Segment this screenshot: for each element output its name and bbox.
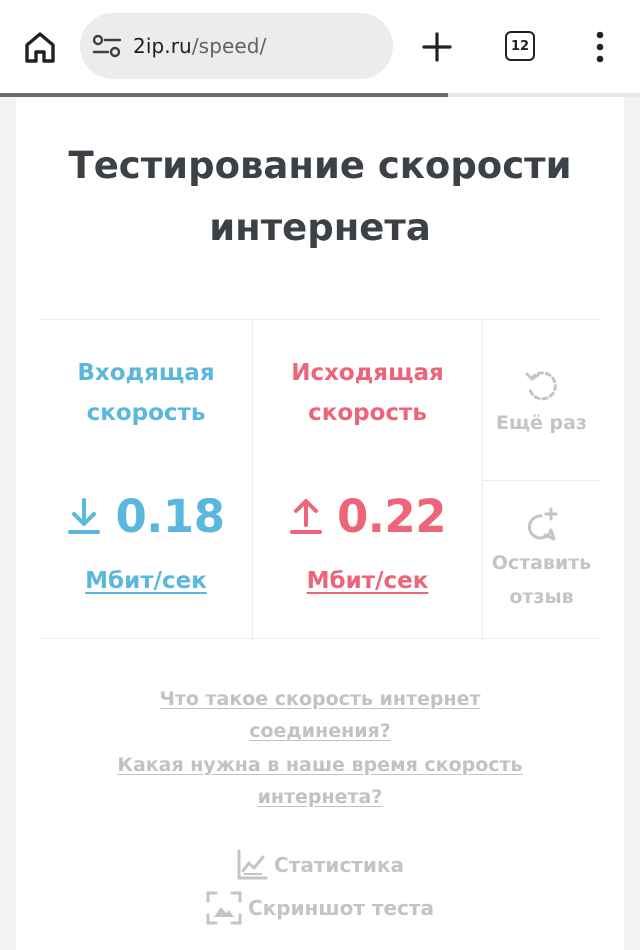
- download-label-line1: Входящая: [77, 360, 215, 386]
- download-label-line2: скорость: [86, 400, 206, 426]
- download-value: 0.18: [115, 489, 225, 543]
- retry-button[interactable]: Ещё раз: [483, 366, 600, 440]
- download-speed-cell: Входящая скорость 0.18 Мбит/сек: [40, 320, 252, 640]
- page-title-line1: Тестирование скорости: [68, 144, 572, 187]
- statistics-label: Статистика: [274, 853, 404, 877]
- what-is-speed-link-line1: Что такое скорость интернет: [159, 688, 481, 710]
- chart-icon: [237, 849, 268, 880]
- what-is-speed-link[interactable]: Что такое скорость интернет соединения?: [16, 683, 624, 747]
- upload-speed-cell: Исходящая скорость 0.22 Мбит/сек: [253, 320, 482, 640]
- leave-feedback-button[interactable]: Оставить отзыв: [483, 506, 600, 614]
- upload-value: 0.22: [336, 489, 447, 543]
- page-title: Тестирование скорости интернета: [16, 135, 624, 259]
- required-speed-link-line2: интернета?: [257, 786, 383, 808]
- screenshot-link[interactable]: Скриншот теста: [16, 891, 624, 925]
- upload-label-line2: скорость: [308, 400, 427, 426]
- address-bar[interactable]: 2ip.ru/speed/: [80, 13, 393, 79]
- new-tab-button[interactable]: [420, 30, 454, 64]
- feedback-label: Оставить отзыв: [483, 546, 600, 614]
- refresh-icon: [525, 371, 557, 401]
- comment-plus-icon: [527, 507, 557, 541]
- download-icon: [68, 498, 101, 534]
- required-speed-link[interactable]: Какая нужна в наше время скорость интерн…: [16, 749, 624, 813]
- tabs-icon[interactable]: 12: [505, 31, 535, 61]
- page-title-line2: интернета: [209, 206, 431, 249]
- statistics-link[interactable]: Статистика: [16, 849, 624, 881]
- upload-value-row: 0.22: [253, 488, 482, 544]
- upload-icon: [289, 499, 322, 534]
- required-speed-link-line1: Какая нужна в наше время скорость: [117, 754, 523, 776]
- speed-results-table: Входящая скорость 0.18 Мбит/сек Исходяща…: [40, 319, 600, 640]
- upload-label: Исходящая скорость: [253, 353, 482, 433]
- upload-unit-link[interactable]: Мбит/сек: [253, 568, 482, 594]
- feedback-label-line2: отзыв: [509, 586, 574, 608]
- download-unit-link[interactable]: Мбит/сек: [40, 568, 252, 594]
- screenshot-label: Скриншот теста: [247, 896, 435, 920]
- menu-button[interactable]: [590, 30, 610, 64]
- url-path: /speed/: [191, 34, 267, 58]
- download-value-row: 0.18: [40, 488, 252, 544]
- url-host: 2ip.ru: [133, 34, 192, 58]
- site-settings-icon[interactable]: [92, 33, 122, 59]
- more-vert-icon: [596, 31, 604, 63]
- screenshot-icon: [206, 891, 242, 925]
- info-links: Что такое скорость интернет соединения? …: [16, 683, 624, 813]
- page-content: Тестирование скорости интернета Входящая…: [16, 97, 624, 950]
- upload-label-line1: Исходящая: [291, 360, 444, 386]
- what-is-speed-link-line2: соединения?: [249, 720, 391, 742]
- row-divider: [482, 480, 600, 481]
- home-button[interactable]: [20, 28, 60, 68]
- download-label: Входящая скорость: [40, 353, 252, 433]
- tab-count: 12: [510, 38, 530, 54]
- url-text[interactable]: 2ip.ru/speed/: [133, 34, 266, 58]
- feedback-label-line1: Оставить: [491, 552, 592, 574]
- plus-icon: [422, 32, 452, 62]
- home-icon: [25, 32, 55, 63]
- retry-label: Ещё раз: [496, 412, 587, 434]
- browser-toolbar: 2ip.ru/speed/ 12: [0, 0, 640, 94]
